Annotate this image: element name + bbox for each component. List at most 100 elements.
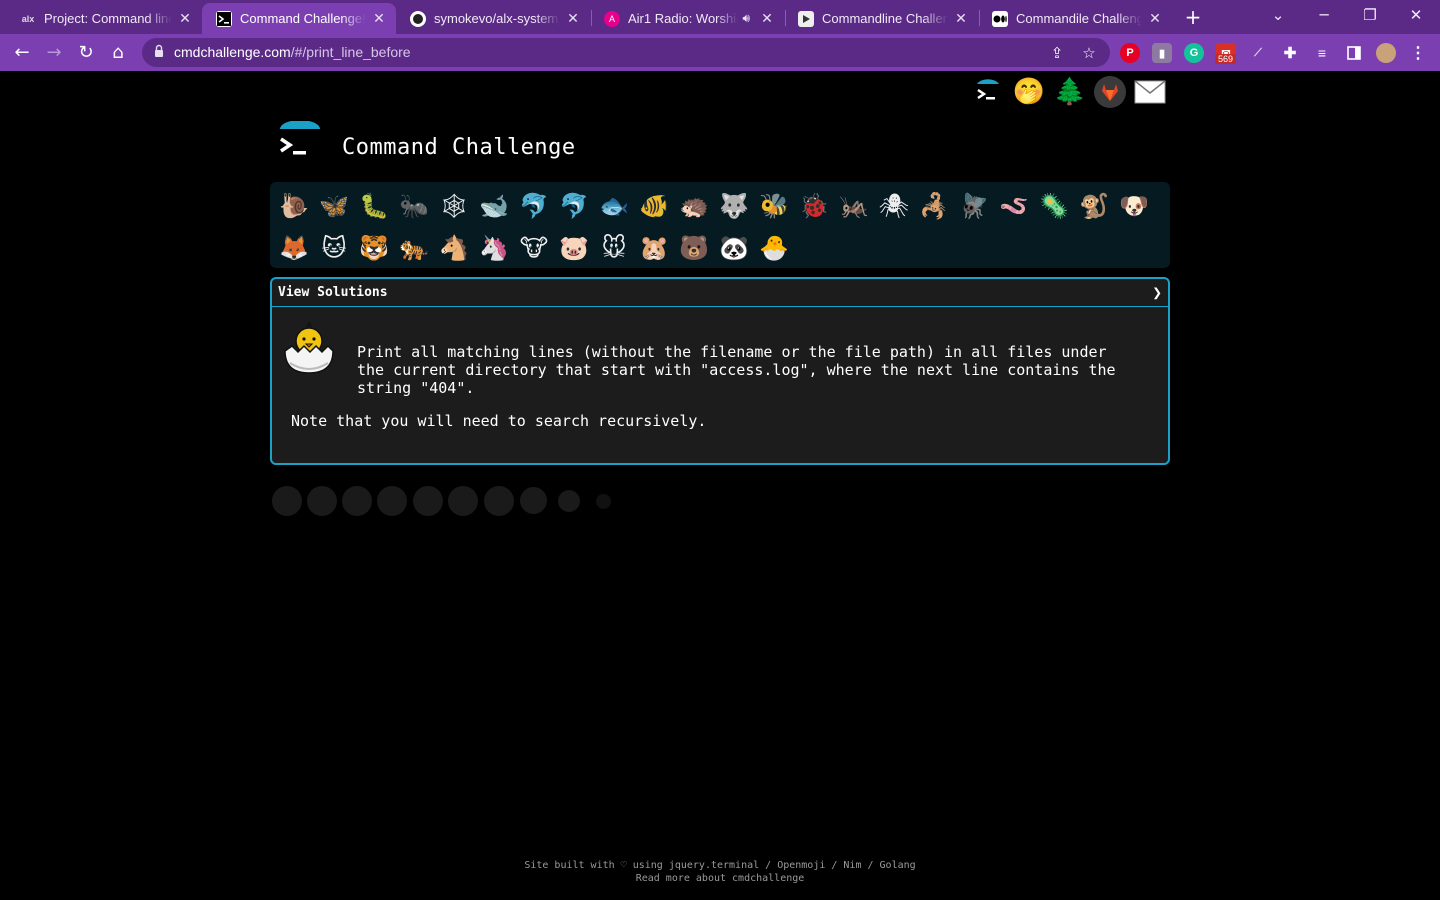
loading-dot (307, 486, 337, 516)
loading-dot (558, 490, 580, 512)
challenge-emoji[interactable]: 🐯 (354, 227, 394, 269)
restore-icon[interactable]: ❐ (1358, 4, 1382, 26)
envelope-icon[interactable] (1133, 75, 1167, 109)
challenge-emoji[interactable]: 🐼 (714, 227, 754, 269)
challenge-emoji[interactable]: 🐛 (354, 185, 394, 227)
media-control-icon[interactable]: ≡ (1312, 43, 1332, 63)
challenge-emoji[interactable]: 🐺 (714, 185, 754, 227)
tab-air1-radio[interactable]: A Air1 Radio: Worship 🔊︎ ✕ (590, 3, 784, 34)
gitlab-icon[interactable] (1093, 75, 1127, 109)
profile-avatar[interactable] (1376, 43, 1396, 63)
challenge-emoji[interactable]: 🐻 (674, 227, 714, 269)
current-challenge-emoji[interactable]: 🐣 (754, 227, 794, 269)
challenge-emoji[interactable]: 🐱 (314, 227, 354, 269)
view-solutions-toggle[interactable]: View Solutions ❯ (272, 279, 1168, 307)
side-panel-icon[interactable] (1344, 43, 1364, 63)
challenge-emoji[interactable]: 🦄 (474, 227, 514, 269)
tab-github-repo[interactable]: symokevo/alx-system_en ✕ (396, 3, 590, 34)
pinterest-icon[interactable]: P (1120, 43, 1140, 63)
tab-commandile-challenge-medium[interactable]: Commandile Challenge ✕ (978, 3, 1172, 34)
challenge-emoji[interactable]: 🕸 (434, 185, 474, 227)
minimize-icon[interactable]: ─ (1312, 4, 1336, 26)
loading-dot (448, 486, 478, 516)
footer-read-more-link[interactable]: Read more about cmdchallenge (0, 872, 1440, 885)
footer-credits: Site built with ♡ using jquery.terminal … (524, 860, 916, 871)
challenge-emoji[interactable]: 🐅 (394, 227, 434, 269)
challenge-emoji[interactable]: 🐷 (554, 227, 594, 269)
loading-dot (413, 486, 443, 516)
challenge-emoji[interactable]: 🦋 (314, 185, 354, 227)
browser-toolbar: ← → ↻ ⌂ cmdchallenge.com/#/print_line_be… (0, 34, 1440, 71)
challenge-emoji[interactable]: 🐌 (274, 185, 314, 227)
challenge-panel: View Solutions ❯ Print all matching line… (270, 277, 1170, 465)
terminal-icon (216, 10, 232, 27)
footer: Site built with ♡ using jquery.terminal … (0, 859, 1440, 885)
evergreen-tree-icon[interactable]: 🌲 (1053, 75, 1087, 109)
close-tab-icon[interactable]: ✕ (176, 10, 194, 27)
loading-dot (342, 486, 372, 516)
challenge-emoji[interactable]: 🕷 (874, 185, 914, 227)
extension-icon[interactable]: ▮ (1152, 43, 1172, 63)
grammarly-icon[interactable]: G (1184, 43, 1204, 63)
chevron-right-icon: ❯ (1152, 283, 1162, 302)
close-tab-icon[interactable]: ✕ (370, 10, 388, 27)
hatching-chick-icon (284, 321, 334, 374)
back-icon[interactable]: ← (9, 40, 35, 66)
new-tab-button[interactable]: + (1181, 6, 1205, 28)
close-tab-icon[interactable]: ✕ (758, 10, 776, 27)
reload-icon[interactable]: ↻ (73, 40, 99, 66)
bookmark-star-icon[interactable]: ☆ (1080, 44, 1098, 62)
challenge-emoji[interactable]: 🪱 (994, 185, 1034, 227)
view-solutions-label: View Solutions (278, 285, 388, 300)
close-window-icon[interactable]: ✕ (1404, 4, 1428, 26)
challenge-emoji[interactable]: 🐬 (554, 185, 594, 227)
challenge-emoji[interactable]: 🦗 (834, 185, 874, 227)
challenge-emoji[interactable]: 🐬 (514, 185, 554, 227)
terminal-logo-icon[interactable] (970, 75, 1004, 109)
address-bar[interactable]: cmdchallenge.com/#/print_line_before ⇪ ☆ (142, 38, 1110, 67)
challenge-emoji[interactable]: 🐟 (594, 185, 634, 227)
url-text: cmdchallenge.com/#/print_line_before (174, 44, 411, 60)
tab-commandline-challenge-video[interactable]: Commandline Challenge ✕ (784, 3, 978, 34)
speaker-icon[interactable]: 🔊︎ (742, 11, 750, 26)
challenge-emoji[interactable]: 🐶 (1114, 185, 1154, 227)
extensions-puzzle-icon[interactable]: ✚ (1280, 43, 1300, 63)
face-with-hand-over-mouth-icon[interactable]: 🤭 (1012, 75, 1046, 109)
forward-icon[interactable]: → (41, 40, 67, 66)
challenge-emoji[interactable]: 🐜 (394, 185, 434, 227)
menu-kebab-icon[interactable]: ⋮ (1408, 43, 1428, 63)
challenge-emoji[interactable]: 🐮 (514, 227, 554, 269)
challenge-emoji[interactable]: 🐭 (594, 227, 634, 269)
youtube-icon (798, 10, 814, 27)
close-tab-icon[interactable]: ✕ (952, 10, 970, 27)
challenge-emoji[interactable]: 🐞 (794, 185, 834, 227)
tab-project-command-line[interactable]: alx Project: Command line for ✕ (6, 3, 202, 34)
challenge-emoji[interactable]: 🐹 (634, 227, 674, 269)
eyedropper-icon[interactable]: ⟋ (1248, 43, 1268, 63)
tab-command-challenge[interactable]: Command Challenge! ✕ (202, 3, 396, 34)
challenge-emoji[interactable]: 🦊 (274, 227, 314, 269)
challenge-emoji[interactable]: 🦠 (1034, 185, 1074, 227)
loading-dot (484, 486, 514, 516)
challenge-emoji[interactable]: 🐒 (1074, 185, 1114, 227)
challenge-emoji[interactable]: 🦔 (674, 185, 714, 227)
challenge-note: Note that you will need to search recurs… (291, 412, 707, 430)
browser-tab-strip: alx Project: Command line for ✕ Command … (0, 0, 1440, 34)
challenge-description: Print all matching lines (without the fi… (357, 343, 1116, 397)
share-icon[interactable]: ⇪ (1048, 44, 1066, 62)
page-title: Command Challenge (342, 135, 576, 160)
challenge-emoji[interactable]: 🐠 (634, 185, 674, 227)
challenge-emoji[interactable]: 🐴 (434, 227, 474, 269)
close-tab-icon[interactable]: ✕ (1146, 10, 1164, 27)
challenge-emoji[interactable]: 🐋 (474, 185, 514, 227)
close-tab-icon[interactable]: ✕ (564, 10, 582, 27)
loading-dot (520, 487, 547, 514)
alx-icon: alx (21, 13, 35, 24)
gmail-count-badge: 569 (1215, 54, 1237, 64)
home-icon[interactable]: ⌂ (105, 40, 131, 66)
challenge-emoji[interactable]: 🦂 (914, 185, 954, 227)
github-icon (410, 10, 426, 27)
tab-search-icon[interactable]: ⌄ (1266, 4, 1290, 26)
challenge-emoji[interactable]: 🪰 (954, 185, 994, 227)
challenge-emoji[interactable]: 🐝 (754, 185, 794, 227)
